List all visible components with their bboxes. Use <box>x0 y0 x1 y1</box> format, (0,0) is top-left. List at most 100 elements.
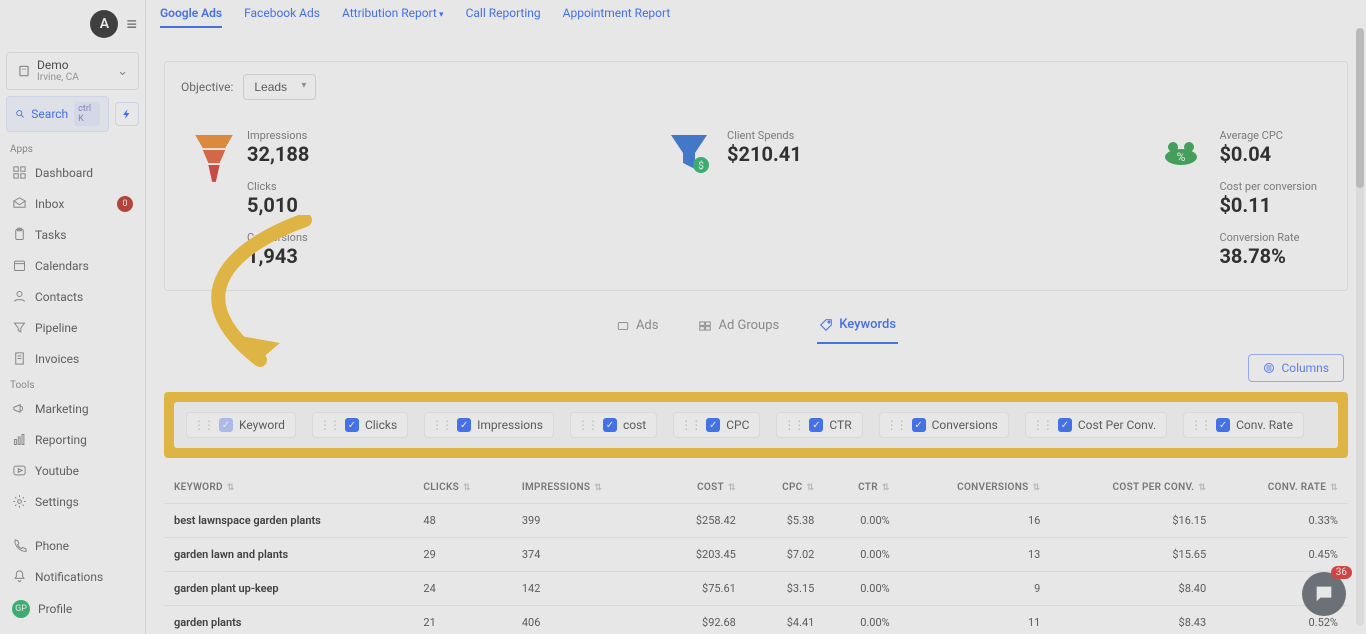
drag-handle-icon[interactable]: ⋮⋮ <box>886 418 906 432</box>
sidebar-item-marketing[interactable]: Marketing <box>0 393 145 424</box>
subtab-ads[interactable]: Ads <box>614 309 661 344</box>
sidebar-item-label: Marketing <box>35 402 89 416</box>
objective-select[interactable]: Leads <box>243 74 316 100</box>
stats-left: Impressions 32,188 Clicks 5,010 Conversi… <box>195 129 309 268</box>
tab-attribution-report[interactable]: Attribution Report <box>342 6 444 28</box>
subtab-keywords[interactable]: Keywords <box>817 309 898 344</box>
search-button[interactable]: Search ctrl K <box>6 96 109 132</box>
columns-button[interactable]: Columns <box>1248 354 1344 382</box>
bolt-icon <box>121 108 133 120</box>
drag-handle-icon[interactable]: ⋮⋮ <box>431 418 451 432</box>
sidebar-item-label: Profile <box>38 602 72 616</box>
column-chip-clicks[interactable]: ⋮⋮✓Clicks <box>312 412 408 438</box>
sidebar-item-settings[interactable]: Settings <box>0 486 145 517</box>
sidebar-item-tasks[interactable]: Tasks <box>0 219 145 250</box>
th-keyword[interactable]: KEYWORD⇅ <box>164 472 413 504</box>
tools-section-label: Tools <box>0 374 145 393</box>
sidebar-item-contacts[interactable]: Contacts <box>0 281 145 312</box>
sidebar-item-label: Contacts <box>35 290 83 304</box>
account-selector[interactable]: Demo Irvine, CA ⌄ <box>6 52 139 90</box>
th-ctr[interactable]: CTR⇅ <box>824 472 899 504</box>
sort-icon: ⇅ <box>882 483 890 493</box>
drag-handle-icon[interactable]: ⋮⋮ <box>193 418 213 432</box>
gear-icon <box>12 494 27 509</box>
checkbox-icon[interactable]: ✓ <box>603 418 617 432</box>
sidebar-item-label: Settings <box>35 495 79 509</box>
sidebar-item-invoices[interactable]: Invoices <box>0 343 145 374</box>
chat-badge: 36 <box>1331 566 1352 579</box>
checkbox-icon[interactable]: ✓ <box>809 418 823 432</box>
checkbox-icon[interactable]: ✓ <box>457 418 471 432</box>
column-chips-highlight: ⋮⋮✓Keyword⋮⋮✓Clicks⋮⋮✓Impressions⋮⋮✓cost… <box>164 392 1348 458</box>
drag-handle-icon[interactable]: ⋮⋮ <box>783 418 803 432</box>
tab-appointment-report[interactable]: Appointment Report <box>563 6 671 28</box>
tab-facebook-ads[interactable]: Facebook Ads <box>244 6 320 28</box>
sidebar-item-pipeline[interactable]: Pipeline <box>0 312 145 343</box>
th-cpc[interactable]: CPC⇅ <box>746 472 825 504</box>
checkbox-icon[interactable]: ✓ <box>345 418 359 432</box>
sort-icon: ⇅ <box>1032 483 1040 493</box>
brand-avatar: A <box>90 10 118 38</box>
th-cost[interactable]: COST⇅ <box>658 472 746 504</box>
summary-panel: Objective: Leads <box>164 61 1348 291</box>
sidebar-item-calendars[interactable]: Calendars <box>0 250 145 281</box>
quick-action-button[interactable] <box>115 102 139 126</box>
menu-toggle-icon[interactable]: ≡ <box>126 14 137 35</box>
column-chip-cpc[interactable]: ⋮⋮✓CPC <box>673 412 760 438</box>
profile-chip: GP <box>12 600 30 618</box>
th-impressions[interactable]: IMPRESSIONS⇅ <box>512 472 658 504</box>
sort-icon: ⇅ <box>463 483 471 493</box>
sidebar-item-label: Calendars <box>35 259 89 273</box>
bell-icon <box>12 569 27 584</box>
chevron-down-icon: ⌄ <box>117 64 128 79</box>
column-chip-cost[interactable]: ⋮⋮✓cost <box>570 412 657 438</box>
th-conversions[interactable]: CONVERSIONS⇅ <box>900 472 1051 504</box>
column-chip-ctr[interactable]: ⋮⋮✓CTR <box>776 412 862 438</box>
table-row[interactable]: garden lawn and plants29374$203.45$7.020… <box>164 538 1348 572</box>
column-chip-impressions[interactable]: ⋮⋮✓Impressions <box>424 412 554 438</box>
sidebar-item-dashboard[interactable]: Dashboard <box>0 157 145 188</box>
drag-handle-icon[interactable]: ⋮⋮ <box>319 418 339 432</box>
tab-call-reporting[interactable]: Call Reporting <box>466 6 541 28</box>
th-cost-per-conv-[interactable]: COST PER CONV.⇅ <box>1050 472 1216 504</box>
column-chip-conversions[interactable]: ⋮⋮✓Conversions <box>879 412 1009 438</box>
chat-fab[interactable]: 36 <box>1302 572 1346 616</box>
adgroup-icon <box>698 319 712 333</box>
brand-row: A ≡ <box>0 0 145 48</box>
clipboard-icon <box>12 227 27 242</box>
sort-icon: ⇅ <box>1198 483 1206 493</box>
sidebar-item-label: Phone <box>35 539 69 553</box>
sidebar-item-notifications[interactable]: Notifications <box>0 561 145 592</box>
sidebar-item-reporting[interactable]: Reporting <box>0 424 145 455</box>
scrollbar-thumb[interactable] <box>1356 28 1364 188</box>
drag-handle-icon[interactable]: ⋮⋮ <box>1190 418 1210 432</box>
subtab-ad-groups[interactable]: Ad Groups <box>696 309 781 344</box>
sidebar-item-inbox[interactable]: Inbox0 <box>0 188 145 219</box>
th-conv-rate[interactable]: CONV. RATE⇅ <box>1216 472 1348 504</box>
sidebar: A ≡ Demo Irvine, CA ⌄ Search ctrl K Apps… <box>0 0 146 634</box>
drag-handle-icon[interactable]: ⋮⋮ <box>680 418 700 432</box>
sidebar-item-youtube[interactable]: Youtube <box>0 455 145 486</box>
table-row[interactable]: garden plants21406$92.68$4.410.00%11$8.4… <box>164 606 1348 634</box>
checkbox-icon[interactable]: ✓ <box>219 418 233 432</box>
checkbox-icon[interactable]: ✓ <box>706 418 720 432</box>
grid-icon <box>12 165 27 180</box>
th-clicks[interactable]: CLICKS⇅ <box>413 472 511 504</box>
sidebar-item-phone[interactable]: Phone <box>0 530 145 561</box>
sidebar-item-profile[interactable]: GP Profile <box>0 592 145 626</box>
checkbox-icon[interactable]: ✓ <box>1216 418 1230 432</box>
checkbox-icon[interactable]: ✓ <box>912 418 926 432</box>
column-chip-keyword[interactable]: ⋮⋮✓Keyword <box>186 412 296 438</box>
table-row[interactable]: garden plant up-keep24142$75.61$3.150.00… <box>164 572 1348 606</box>
checkbox-icon[interactable]: ✓ <box>1058 418 1072 432</box>
column-chip-conv-rate[interactable]: ⋮⋮✓Conv. Rate <box>1183 412 1304 438</box>
column-chip-cost-per-conv-[interactable]: ⋮⋮✓Cost Per Conv. <box>1025 412 1167 438</box>
drag-handle-icon[interactable]: ⋮⋮ <box>1032 418 1052 432</box>
table-row[interactable]: best lawnspace garden plants48399$258.42… <box>164 504 1348 538</box>
stat-conversions: Conversions 1,943 <box>247 231 309 268</box>
search-shortcut: ctrl K <box>74 102 100 126</box>
chat-icon <box>1313 583 1335 605</box>
objective-row: Objective: Leads <box>165 62 1347 112</box>
tab-google-ads[interactable]: Google Ads <box>160 6 222 28</box>
drag-handle-icon[interactable]: ⋮⋮ <box>577 418 597 432</box>
